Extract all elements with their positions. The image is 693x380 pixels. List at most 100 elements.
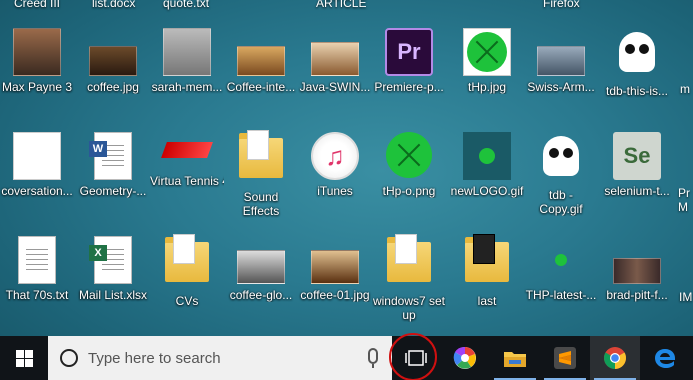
file-explorer-icon xyxy=(504,352,526,367)
icon-label: THP-latest-... xyxy=(525,288,597,302)
desktop-icon-cvs[interactable]: CVs xyxy=(150,234,224,308)
desktop-icon-java-swin[interactable]: Java-SWIN... xyxy=(298,28,372,94)
icon-label: Virtua Tennis 4™ xyxy=(150,174,224,188)
icon-label: windows7 set up xyxy=(372,294,446,322)
desktop-icon-thp-o-png[interactable]: tHp-o.png xyxy=(372,132,446,198)
icon-label: Geometry-... xyxy=(79,184,147,198)
icon-label: last xyxy=(477,294,497,308)
desktop-label-partial[interactable]: Creed III xyxy=(14,0,60,10)
taskbar-app-chrome[interactable] xyxy=(590,336,640,380)
desktop-icon-max-payne[interactable]: Max Payne 3 xyxy=(0,28,74,94)
desktop-icon-that-70s[interactable]: That 70s.txt xyxy=(0,236,74,302)
desktop-label-partial[interactable]: Firefox xyxy=(543,0,580,10)
icon-label: newLOGO.gif xyxy=(450,184,524,198)
folder-icon xyxy=(237,130,285,186)
desktop-icon-premiere[interactable]: Pr Premiere-p... xyxy=(372,28,446,94)
chrome-icon xyxy=(604,347,626,369)
icon-label: tHp.jpg xyxy=(467,80,507,94)
image-thumbnail-icon xyxy=(463,28,511,76)
text-document-icon xyxy=(13,236,61,284)
desktop-icon-newlogo-gif[interactable]: newLOGO.gif xyxy=(450,132,524,198)
image-thumbnail-icon xyxy=(311,42,359,76)
icon-label: tdb-this-is... xyxy=(605,84,668,98)
selenium-icon: Se xyxy=(613,132,661,180)
taskbar-app-sublime[interactable] xyxy=(540,336,590,380)
desktop-icon-brad-pitt[interactable]: brad-pitt-f... xyxy=(600,236,674,302)
icon-label: sarah-mem... xyxy=(151,80,223,94)
icon-label: That 70s.txt xyxy=(5,288,69,302)
folder-icon xyxy=(385,234,433,290)
desktop-icon-windows7-setup[interactable]: windows7 set up xyxy=(372,234,446,322)
icon-label: Sound Effects xyxy=(242,190,280,218)
folder-icon xyxy=(163,234,211,290)
desktop-label-partial[interactable]: ARTICLE xyxy=(316,0,366,10)
search-placeholder: Type here to search xyxy=(88,349,221,367)
desktop-icon-sound-effects[interactable]: Sound Effects xyxy=(224,130,298,218)
desktop-icon-tdb-this-is[interactable]: tdb-this-is... xyxy=(600,28,674,98)
skull-icon xyxy=(537,136,585,184)
desktop-icon-thp-jpg[interactable]: tHp.jpg xyxy=(450,28,524,94)
icon-label: selenium-t... xyxy=(604,184,670,198)
desktop-label-partial[interactable]: quote.txt xyxy=(163,0,209,10)
desktop-label-partial[interactable]: IM xyxy=(679,290,692,304)
excel-document-icon: X xyxy=(89,236,137,284)
microphone-icon[interactable] xyxy=(368,348,378,368)
image-thumbnail-icon xyxy=(89,46,137,76)
skull-icon xyxy=(613,32,661,80)
icon-label: iTunes xyxy=(317,184,353,198)
icon-label: Swiss-Arm... xyxy=(527,80,595,94)
edge-icon xyxy=(655,349,675,368)
desktop-icon-swiss-army[interactable]: Swiss-Arm... xyxy=(524,28,598,94)
premiere-pro-icon: Pr xyxy=(385,28,433,76)
desktop-icon-mail-list[interactable]: X Mail List.xlsx xyxy=(76,236,150,302)
icon-label: tHp-o.png xyxy=(382,184,436,198)
desktop-label-partial[interactable]: list.docx xyxy=(92,0,135,10)
desktop-icon-coffee-glo[interactable]: coffee-glo... xyxy=(224,236,298,302)
taskbar: Type here to search xyxy=(0,336,693,380)
image-thumbnail-icon xyxy=(463,132,511,180)
desktop-icon-sarah-meme[interactable]: sarah-mem... xyxy=(150,28,224,94)
icon-label: coffee-glo... xyxy=(229,288,293,302)
windows-start-icon xyxy=(15,349,33,367)
icon-label: brad-pitt-f... xyxy=(606,288,668,302)
taskbar-app-picasa[interactable] xyxy=(440,336,490,380)
icon-label: coffee.jpg xyxy=(87,80,139,94)
desktop-icon-geometry[interactable]: W Geometry-... xyxy=(76,132,150,198)
desktop: Creed III list.docx quote.txt ARTICLE Fi… xyxy=(0,0,693,336)
icon-label: CVs xyxy=(175,294,199,308)
icon-label: tdb - Copy.gif xyxy=(539,188,583,216)
game-thumbnail-icon xyxy=(13,28,61,76)
cortana-circle-icon xyxy=(60,349,78,367)
desktop-label-partial[interactable]: Pr M xyxy=(678,186,693,214)
desktop-icon-tdb-copy[interactable]: tdb - Copy.gif xyxy=(524,132,598,216)
search-input[interactable]: Type here to search xyxy=(48,336,392,380)
desktop-icon-thp-latest[interactable]: THP-latest-... xyxy=(524,236,598,302)
itunes-icon: ♫ xyxy=(311,132,359,180)
desktop-icon-coffee-01[interactable]: coffee-01.jpg xyxy=(298,236,372,302)
desktop-icon-itunes[interactable]: ♫ iTunes xyxy=(298,132,372,198)
icon-label: coffee-01.jpg xyxy=(300,288,370,302)
image-thumbnail-icon xyxy=(163,28,211,76)
desktop-icon-coffee-inte[interactable]: Coffee-inte... xyxy=(224,28,298,94)
desktop-icon-last[interactable]: last xyxy=(450,234,524,308)
desktop-label-partial[interactable]: m xyxy=(680,82,690,96)
desktop-icon-virtua-tennis[interactable]: Virtua Tennis 4™ xyxy=(150,132,224,188)
sublime-text-icon xyxy=(554,347,576,369)
icon-label: Premiere-p... xyxy=(374,80,444,94)
icon-label: Coffee-inte... xyxy=(226,80,296,94)
desktop-icon-coffee-jpg[interactable]: coffee.jpg xyxy=(76,28,150,94)
desktop-icon-coversation[interactable]: coversation... xyxy=(0,132,74,198)
icon-label: Mail List.xlsx xyxy=(78,288,147,302)
picasa-icon xyxy=(453,346,476,369)
annotation-circle xyxy=(389,333,437,380)
start-button[interactable] xyxy=(0,336,48,380)
folder-icon xyxy=(463,234,511,290)
taskbar-app-file-explorer[interactable] xyxy=(490,336,540,380)
desktop-icon-selenium[interactable]: Se selenium-t... xyxy=(600,132,674,198)
comic-thumbnail-icon xyxy=(13,132,61,180)
taskbar-app-edge[interactable] xyxy=(640,336,690,380)
icon-label: Max Payne 3 xyxy=(1,80,73,94)
image-thumbnail-icon xyxy=(537,46,585,76)
image-thumbnail-icon xyxy=(385,132,433,180)
virtua-tennis-logo-icon xyxy=(161,142,213,170)
